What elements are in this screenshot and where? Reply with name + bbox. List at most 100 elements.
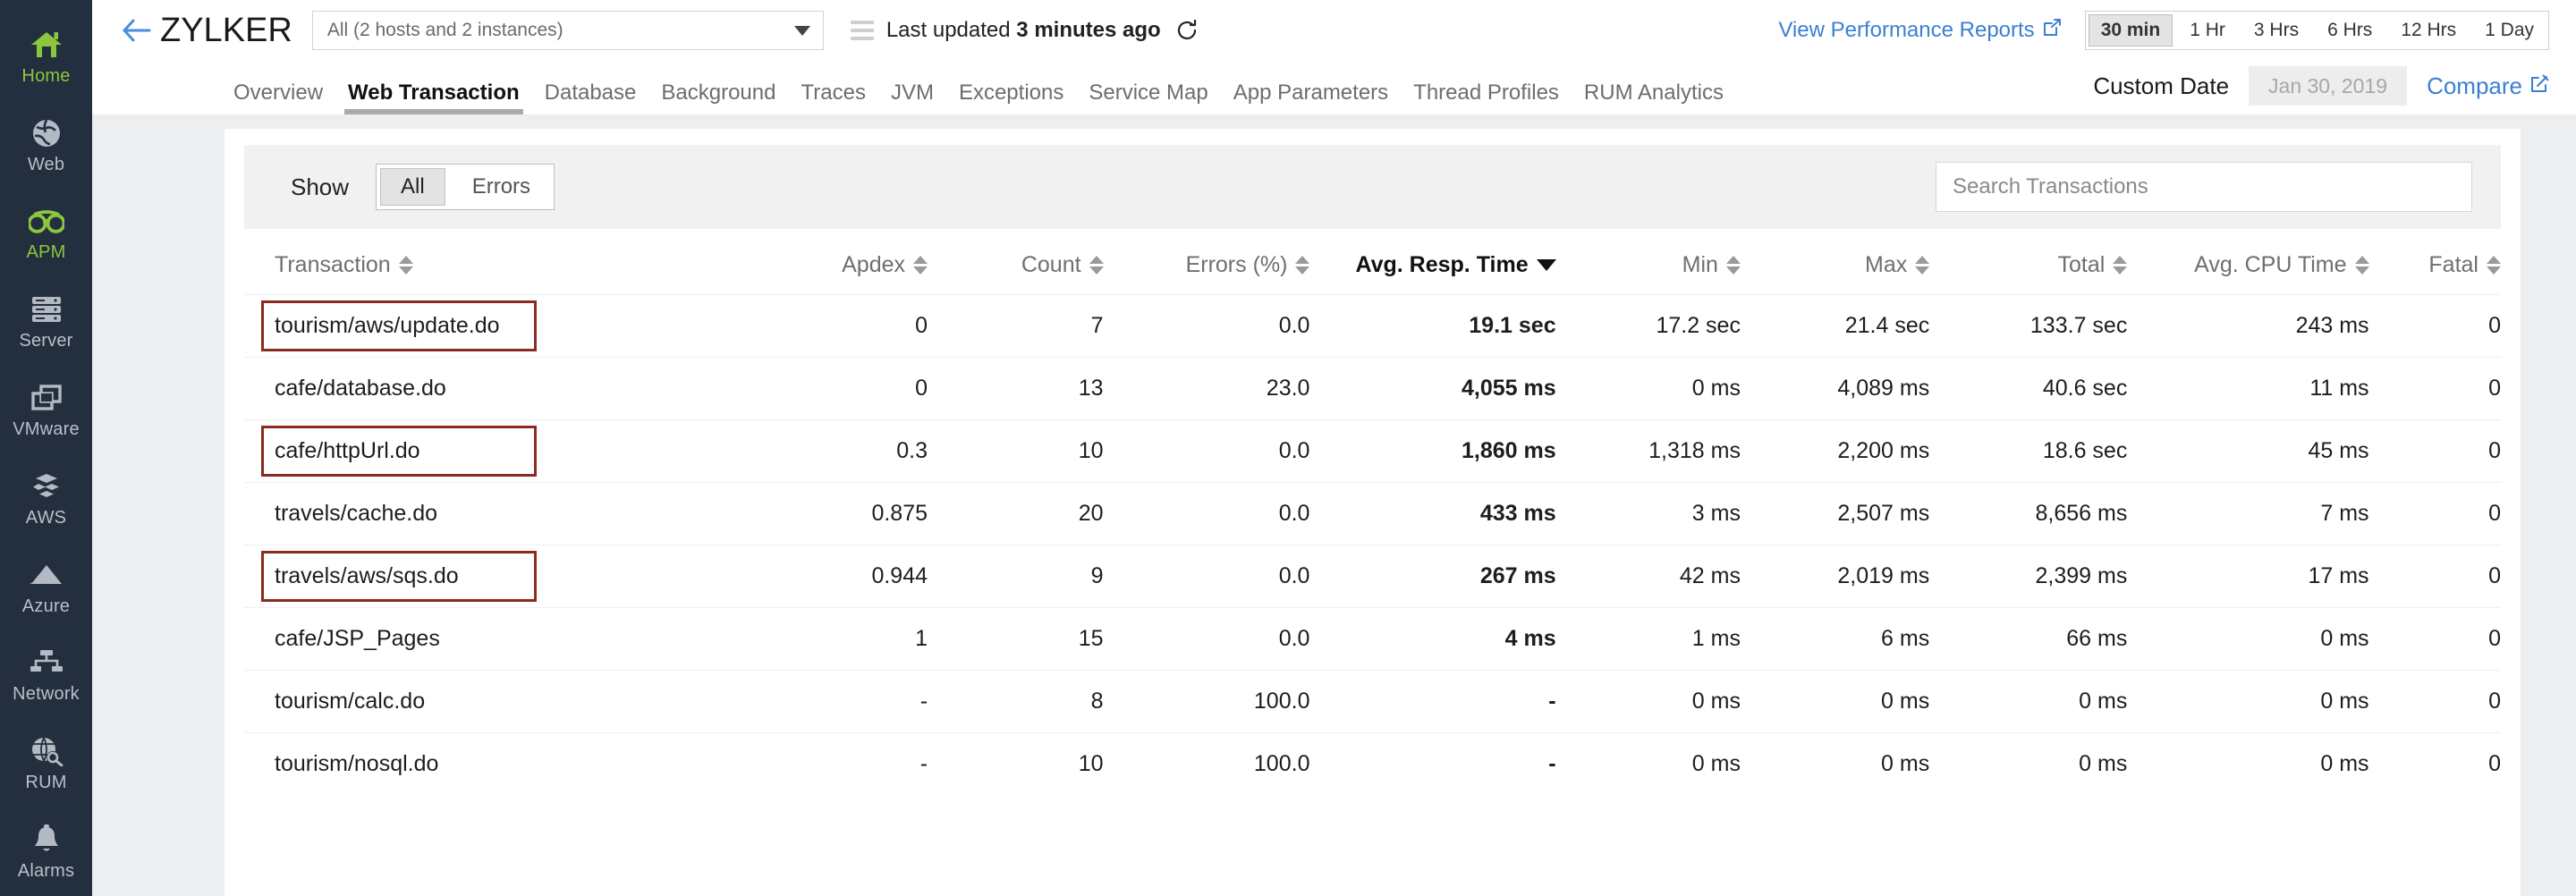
time-range-1-hr[interactable]: 1 Hr bbox=[2175, 12, 2240, 49]
sidebar-item-label: Server bbox=[19, 332, 72, 350]
cell-transaction[interactable]: travels/aws/sqs.do bbox=[244, 545, 716, 608]
date-input[interactable]: Jan 30, 2019 bbox=[2249, 66, 2407, 106]
cell-total: 133.7 sec bbox=[1929, 295, 2127, 358]
sort-indicator bbox=[1726, 256, 1741, 275]
table-head: TransactionApdexCountErrors (%)Avg. Resp… bbox=[244, 229, 2501, 295]
time-range-12-hrs[interactable]: 12 Hrs bbox=[2386, 12, 2470, 49]
cell-transaction[interactable]: cafe/JSP_Pages bbox=[244, 608, 716, 671]
column-header-max[interactable]: Max bbox=[1741, 229, 1929, 295]
cell-transaction[interactable]: cafe/database.do bbox=[244, 358, 716, 420]
sidebar-item-azure[interactable]: Azure bbox=[0, 543, 92, 631]
cell-count: 10 bbox=[928, 420, 1104, 483]
column-header-apdex[interactable]: Apdex bbox=[716, 229, 928, 295]
column-header-label: Min bbox=[1682, 252, 1718, 278]
cell-fatal: 0 bbox=[2369, 358, 2501, 420]
column-header-avg-cpu[interactable]: Avg. CPU Time bbox=[2127, 229, 2368, 295]
cell-apdex: 0 bbox=[716, 295, 928, 358]
column-header-min[interactable]: Min bbox=[1556, 229, 1741, 295]
sidebar-item-vmware[interactable]: VMware bbox=[0, 366, 92, 454]
tab-traces[interactable]: Traces bbox=[788, 82, 877, 114]
tab-web-transaction[interactable]: Web Transaction bbox=[335, 82, 532, 114]
transaction-link[interactable]: travels/cache.do bbox=[275, 501, 437, 527]
table-row[interactable]: cafe/httpUrl.do0.3100.01,860 ms1,318 ms2… bbox=[244, 420, 2501, 483]
highlighted-transaction-link[interactable]: travels/aws/sqs.do bbox=[261, 551, 537, 602]
search-transactions-box[interactable] bbox=[1936, 162, 2472, 212]
refresh-icon[interactable] bbox=[1175, 19, 1199, 42]
top-header-bar: ZYLKER All (2 hosts and 2 instances) Las… bbox=[92, 0, 2576, 61]
table-row[interactable]: tourism/aws/update.do070.019.1 sec17.2 s… bbox=[244, 295, 2501, 358]
host-selector-dropdown[interactable]: All (2 hosts and 2 instances) bbox=[312, 11, 824, 50]
tab-jvm[interactable]: JVM bbox=[878, 82, 946, 114]
compare-link[interactable]: Compare bbox=[2427, 72, 2549, 100]
cell-max: 0 ms bbox=[1741, 733, 1929, 796]
tab-rum-analytics[interactable]: RUM Analytics bbox=[1572, 82, 1736, 114]
tab-service-map[interactable]: Service Map bbox=[1076, 82, 1220, 114]
highlighted-transaction-link[interactable]: cafe/httpUrl.do bbox=[261, 426, 537, 477]
tab-thread-profiles[interactable]: Thread Profiles bbox=[1401, 82, 1572, 114]
search-input[interactable] bbox=[1953, 174, 2455, 199]
sidebar-item-rum[interactable]: RUM bbox=[0, 719, 92, 807]
cell-total: 18.6 sec bbox=[1929, 420, 2127, 483]
sidebar-item-alarms[interactable]: Alarms bbox=[0, 807, 92, 896]
sidebar-item-aws[interactable]: AWS bbox=[0, 454, 92, 543]
column-header-avg-resp[interactable]: Avg. Resp. Time bbox=[1309, 229, 1555, 295]
highlighted-transaction-link[interactable]: tourism/aws/update.do bbox=[261, 300, 537, 351]
table-row[interactable]: travels/cache.do0.875200.0433 ms3 ms2,50… bbox=[244, 483, 2501, 545]
cell-errors: 0.0 bbox=[1104, 295, 1310, 358]
cell-avg-resp: 4,055 ms bbox=[1309, 358, 1555, 420]
table-row[interactable]: cafe/database.do01323.04,055 ms0 ms4,089… bbox=[244, 358, 2501, 420]
cell-min: 42 ms bbox=[1556, 545, 1741, 608]
table-row[interactable]: travels/aws/sqs.do0.94490.0267 ms42 ms2,… bbox=[244, 545, 2501, 608]
table-row[interactable]: tourism/nosql.do-10100.0-0 ms0 ms0 ms0 m… bbox=[244, 733, 2501, 796]
time-range-6-hrs[interactable]: 6 Hrs bbox=[2313, 12, 2386, 49]
transaction-link[interactable]: cafe/database.do bbox=[275, 376, 446, 402]
tab-exceptions[interactable]: Exceptions bbox=[946, 82, 1076, 114]
time-range-3-hrs[interactable]: 3 Hrs bbox=[2240, 12, 2313, 49]
cell-count: 10 bbox=[928, 733, 1104, 796]
cell-count: 8 bbox=[928, 671, 1104, 733]
sidebar-item-home[interactable]: Home bbox=[0, 13, 92, 101]
sidebar-item-network[interactable]: Network bbox=[0, 631, 92, 720]
tab-app-parameters[interactable]: App Parameters bbox=[1221, 82, 1401, 114]
transaction-link[interactable]: tourism/nosql.do bbox=[275, 751, 438, 777]
cell-transaction[interactable]: tourism/aws/update.do bbox=[244, 295, 716, 358]
cell-count: 13 bbox=[928, 358, 1104, 420]
tab-database[interactable]: Database bbox=[532, 82, 649, 114]
show-option-errors[interactable]: Errors bbox=[449, 165, 554, 209]
sidebar-item-label: AWS bbox=[26, 509, 66, 527]
cell-transaction[interactable]: tourism/calc.do bbox=[244, 671, 716, 733]
hamburger-icon[interactable] bbox=[851, 21, 874, 40]
table-footer-spacer bbox=[244, 796, 2501, 821]
transaction-link[interactable]: cafe/JSP_Pages bbox=[275, 626, 440, 652]
show-option-all[interactable]: All bbox=[380, 168, 445, 206]
cell-avg-resp: 267 ms bbox=[1309, 545, 1555, 608]
sidebar-item-apm[interactable]: APM bbox=[0, 190, 92, 278]
cell-transaction[interactable]: cafe/httpUrl.do bbox=[244, 420, 716, 483]
cell-min: 0 ms bbox=[1556, 671, 1741, 733]
filter-bar: Show AllErrors bbox=[244, 145, 2501, 229]
sidebar-item-server[interactable]: Server bbox=[0, 277, 92, 366]
back-arrow-icon[interactable] bbox=[117, 13, 157, 48]
sort-indicator bbox=[2113, 256, 2127, 275]
column-header-label: Total bbox=[2058, 252, 2106, 278]
time-range-selector: 30 min1 Hr3 Hrs6 Hrs12 Hrs1 Day bbox=[2085, 11, 2549, 50]
tab-overview[interactable]: Overview bbox=[228, 82, 335, 114]
cell-transaction[interactable]: travels/cache.do bbox=[244, 483, 716, 545]
tab-background[interactable]: Background bbox=[648, 82, 788, 114]
transactions-card: Show AllErrors TransactionApdexCountErro… bbox=[225, 129, 2521, 896]
column-header-total[interactable]: Total bbox=[1929, 229, 2127, 295]
column-header-errors[interactable]: Errors (%) bbox=[1104, 229, 1310, 295]
table-row[interactable]: tourism/calc.do-8100.0-0 ms0 ms0 ms0 ms0 bbox=[244, 671, 2501, 733]
column-header-fatal[interactable]: Fatal bbox=[2369, 229, 2501, 295]
view-performance-reports-link[interactable]: View Performance Reports bbox=[1778, 18, 2061, 44]
cell-transaction[interactable]: tourism/nosql.do bbox=[244, 733, 716, 796]
show-label: Show bbox=[291, 173, 349, 201]
table-row[interactable]: cafe/JSP_Pages1150.04 ms1 ms6 ms66 ms0 m… bbox=[244, 608, 2501, 671]
time-range-1-day[interactable]: 1 Day bbox=[2470, 12, 2548, 49]
time-range-30-min[interactable]: 30 min bbox=[2089, 14, 2174, 46]
transaction-link[interactable]: tourism/calc.do bbox=[275, 689, 425, 714]
column-header-count[interactable]: Count bbox=[928, 229, 1104, 295]
column-header-transaction[interactable]: Transaction bbox=[244, 229, 716, 295]
sidebar-item-web[interactable]: Web bbox=[0, 101, 92, 190]
cell-max: 2,507 ms bbox=[1741, 483, 1929, 545]
